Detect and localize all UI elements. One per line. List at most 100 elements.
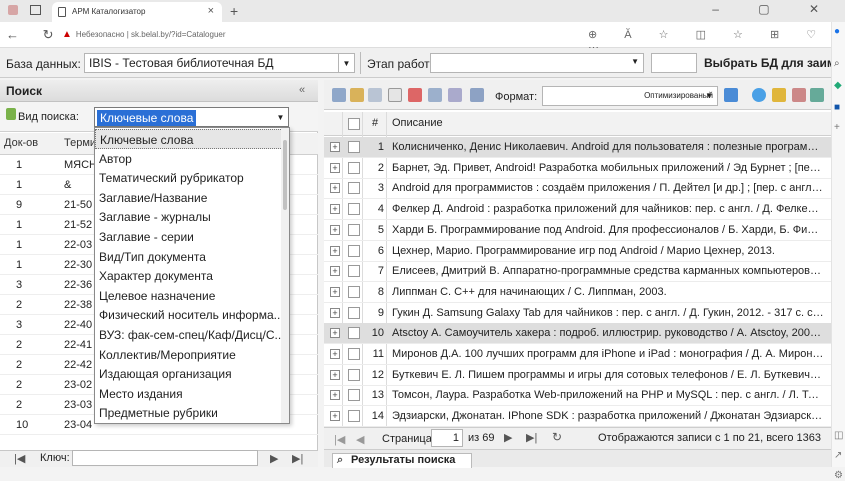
new-tab-icon[interactable]: +	[230, 3, 238, 19]
expand-icon[interactable]: +	[330, 245, 340, 256]
row-checkbox[interactable]	[348, 306, 360, 319]
external-icon[interactable]: ↗	[834, 450, 842, 461]
share-icon[interactable]	[810, 88, 824, 102]
key-input[interactable]	[72, 450, 258, 466]
row-checkbox[interactable]	[348, 368, 360, 381]
table-row[interactable]: +8 Липпман С. С++ для начинающих / С. Лип…	[324, 282, 831, 303]
table-row[interactable]: +13 Томсон, Лаура. Разработка Web-приложе…	[324, 385, 831, 407]
format-select[interactable]: Оптимизированый ▼	[542, 86, 718, 106]
expand-icon[interactable]: +	[330, 162, 340, 173]
table-row[interactable]: +14 Эдзиарски, Джонатан. IPhone SDK : раз…	[324, 406, 831, 428]
expand-icon[interactable]: +	[330, 328, 340, 339]
outlook-icon[interactable]: ■	[834, 102, 840, 113]
refresh-icon[interactable]	[724, 88, 738, 102]
dropdown-option[interactable]: Место издания	[95, 384, 283, 404]
dropdown-option[interactable]: Автор	[95, 149, 283, 169]
expand-icon[interactable]: +	[330, 224, 340, 235]
close-tab-icon[interactable]: ×	[208, 5, 214, 17]
browser-tab[interactable]: АРМ Каталогизатор ×	[52, 2, 222, 22]
search-type-dropdown[interactable]: Ключевые слова Автор Тематический рубрикат…	[94, 127, 290, 424]
dropdown-option[interactable]: Предметные рубрики	[95, 403, 283, 423]
tab-search-results[interactable]: ⌕ Результаты поиска	[332, 453, 472, 468]
settings-icon[interactable]: ⚙	[834, 470, 843, 481]
refresh-icon[interactable]: ↻	[552, 430, 562, 444]
row-checkbox[interactable]	[348, 223, 360, 236]
export-icon[interactable]	[448, 88, 462, 102]
dropdown-option[interactable]: Заглавие/Название	[95, 188, 283, 208]
first-page-icon[interactable]: |◀	[334, 433, 345, 446]
copilot-icon[interactable]: ●	[834, 26, 840, 37]
table-row[interactable]: +5 Харди Б. Программирование под Android.…	[324, 220, 831, 241]
expand-icon[interactable]: +	[330, 369, 340, 380]
prev-page-icon[interactable]: ◀	[356, 433, 364, 446]
new-document-icon[interactable]	[388, 88, 402, 102]
chevron-down-icon[interactable]: ▼	[273, 107, 289, 127]
tab-actions-icon[interactable]	[30, 5, 41, 15]
stage-select[interactable]: ▼	[430, 53, 644, 73]
dropdown-option[interactable]: Тематический рубрикатор	[95, 168, 283, 188]
table-row[interactable]: +6 Цехнер, Марио. Программирование игр по…	[324, 241, 831, 262]
col-term[interactable]: Терми	[64, 137, 96, 149]
first-page-icon[interactable]: |◀	[14, 452, 25, 465]
search-type-select[interactable]: Ключевые слова	[94, 107, 274, 127]
list-icon[interactable]	[332, 88, 346, 102]
table-row[interactable]: +9 Гукин Д. Samsung Galaxy Tab для чайник…	[324, 303, 831, 324]
choose-db-button[interactable]: Выбрать БД для заим	[704, 53, 831, 73]
dropdown-option[interactable]: ВУЗ: фак-сем-спец/Каф/Дисц/С...	[95, 325, 283, 345]
row-checkbox[interactable]	[348, 285, 360, 298]
edit-icon[interactable]	[350, 88, 364, 102]
col-description[interactable]: Описание	[392, 117, 443, 129]
duplicate-icon[interactable]	[408, 88, 422, 102]
chevron-down-icon[interactable]: ▼	[339, 53, 355, 73]
page-input[interactable]: 1	[431, 429, 463, 447]
table-row[interactable]: +1 Колисниченко, Денис Николаевич. Androi…	[324, 137, 831, 158]
row-checkbox[interactable]	[348, 141, 360, 153]
row-checkbox[interactable]	[348, 389, 360, 402]
last-page-icon[interactable]: ▶|	[526, 431, 537, 444]
dropdown-scroll-thumb[interactable]	[283, 140, 287, 210]
row-checkbox[interactable]	[348, 327, 360, 340]
expand-icon[interactable]: +	[330, 349, 340, 359]
dropdown-option[interactable]: Коллектив/Мероприятие	[95, 345, 283, 365]
expand-icon[interactable]: +	[330, 390, 340, 401]
stage-input[interactable]	[651, 53, 697, 73]
col-doc-count[interactable]: Док-ов	[4, 137, 38, 149]
row-checkbox[interactable]	[348, 203, 360, 216]
collapse-icon[interactable]: «	[299, 84, 305, 96]
print-icon[interactable]	[428, 88, 442, 102]
search-icon[interactable]: ⌕	[834, 58, 840, 69]
window-controls[interactable]: – ▢ ✕	[712, 2, 837, 16]
col-number[interactable]: #	[372, 117, 378, 129]
expand-icon[interactable]: +	[330, 204, 340, 215]
db-select[interactable]: IBIS - Тестовая библиотечная БД	[84, 53, 339, 73]
expand-icon[interactable]: +	[330, 286, 340, 297]
dropdown-option[interactable]: Заглавие - серии	[95, 227, 283, 247]
split-icon[interactable]: ◫	[834, 430, 843, 441]
table-row[interactable]: +4 Фелкер Д. Android : разработка приложе…	[324, 199, 831, 221]
last-page-icon[interactable]: ▶|	[292, 452, 303, 465]
nav-buttons[interactable]: ← ↻	[6, 27, 64, 43]
row-checkbox[interactable]	[348, 161, 360, 174]
table-row[interactable]: +10 Atsctoy А. Самоучитель хакера : подро…	[324, 323, 831, 345]
expand-icon[interactable]: +	[330, 183, 340, 194]
dropdown-option[interactable]: Ключевые слова	[95, 129, 283, 149]
search-record-icon[interactable]	[792, 88, 806, 102]
expand-icon[interactable]: +	[330, 266, 340, 277]
select-all-checkbox[interactable]	[348, 118, 360, 130]
dropdown-option[interactable]: Заглавие - журналы	[95, 207, 283, 227]
dropdown-option[interactable]: Вид/Тип документа	[95, 247, 283, 267]
row-checkbox[interactable]	[348, 182, 360, 195]
row-checkbox[interactable]	[348, 265, 360, 278]
copy-icon[interactable]	[368, 88, 382, 102]
row-checkbox[interactable]	[348, 348, 360, 360]
dropdown-option[interactable]: Целевое назначение	[95, 286, 283, 306]
table-row[interactable]: +12 Буткевич Е. Л. Пишем программы и игры…	[324, 365, 831, 386]
table-row[interactable]: +11 Миронов Д.А. 100 лучших программ для …	[324, 344, 831, 365]
dropdown-option[interactable]: Физический носитель информа...	[95, 305, 283, 325]
next-page-icon[interactable]: ▶	[504, 431, 512, 444]
tools-icon[interactable]: ◆	[834, 80, 842, 91]
info-icon[interactable]	[752, 88, 766, 102]
profile-icon[interactable]	[8, 5, 18, 15]
expand-icon[interactable]: +	[330, 142, 340, 152]
dropdown-option[interactable]: Издающая организация	[95, 364, 283, 384]
